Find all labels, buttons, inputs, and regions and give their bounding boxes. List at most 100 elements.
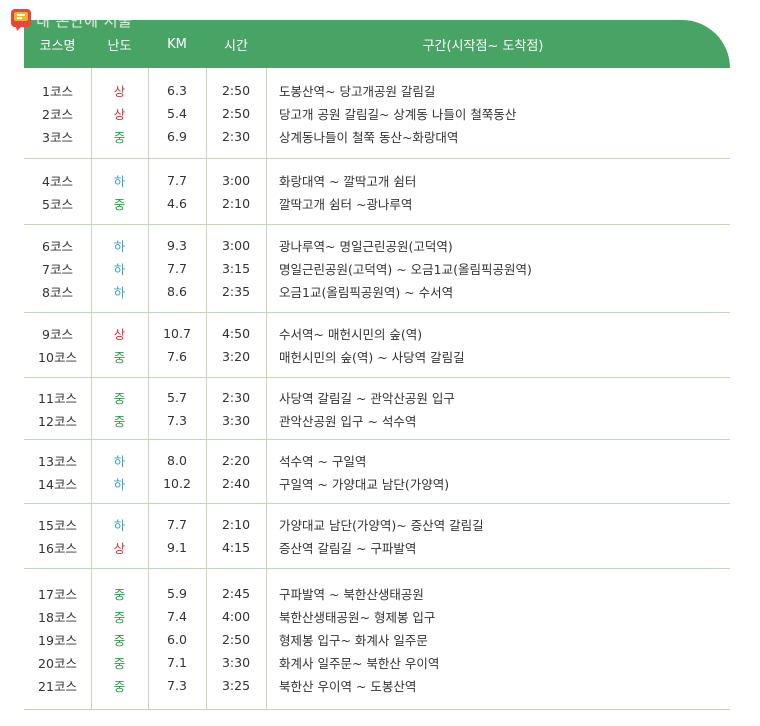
cell-level: 하 bbox=[113, 518, 126, 533]
course-table: 코스명 난도 KM 시간 구간(시작점~ 도착점) 1코스 상 6.3 2:50 도봉산… bbox=[24, 20, 730, 710]
cell-level: 중 bbox=[113, 350, 126, 365]
cell-time: 3:20 bbox=[221, 349, 251, 364]
table-row: 1코스 상 6.3 2:50 도봉산역~ 당고개공원 갈림길 bbox=[24, 79, 730, 102]
cell-km: 8.6 bbox=[167, 284, 187, 299]
cell-level: 중 bbox=[113, 632, 126, 648]
cell-level: 중 bbox=[113, 390, 126, 406]
cell-level: 중 bbox=[113, 129, 126, 145]
table-row: 10코스 중 7.6 3:20 매헌시민의 숲(역) ~ 사당역 갈림길 bbox=[24, 345, 730, 368]
table-row: 3코스 중 6.9 2:30 상계동나들이 철쭉 동산~화랑대역 bbox=[24, 125, 730, 148]
course-group: 15코스 하 7.7 2:10 가양대교 남단(가양역)~ 증산역 갈림길 16코스 상 9.… bbox=[24, 504, 730, 569]
table-row: 5코스 중 4.6 2:10 깔딱고개 쉼터 ~광나루역 bbox=[24, 192, 730, 215]
cell-time: 4:00 bbox=[221, 608, 251, 624]
table-row: 4코스 하 7.7 3:00 화랑대역 ~ 깔딱고개 쉼터 bbox=[24, 169, 730, 192]
cell-section: 가양대교 남단(가양역)~ 증산역 갈림길 bbox=[279, 518, 484, 533]
cell-time: 4:15 bbox=[221, 540, 251, 555]
cell-section: 화계사 일주문~ 북한산 우이역 bbox=[279, 655, 440, 671]
cell-course: 10코스 bbox=[38, 350, 77, 365]
cell-section: 화랑대역 ~ 깔딱고개 쉼터 bbox=[279, 173, 417, 189]
cell-level: 상 bbox=[113, 541, 126, 556]
table-row: 13코스 하 8.0 2:20 석수역 ~ 구일역 bbox=[24, 449, 730, 472]
cell-section: 북한산생태공원~ 형제봉 입구 bbox=[279, 609, 436, 625]
table-row: 20코스 중 7.1 3:30 화계사 일주문~ 북한산 우이역 bbox=[24, 651, 730, 674]
table-row: 14코스 하 10.2 2:40 구일역 ~ 가양대교 남단(가양역) bbox=[24, 472, 730, 495]
cell-km: 8.0 bbox=[167, 452, 187, 468]
cell-level: 상 bbox=[113, 327, 126, 342]
course-group: 13코스 하 8.0 2:20 석수역 ~ 구일역 14코스 하 10.2 2:40 구일역 ~ … bbox=[24, 440, 730, 504]
cell-course: 4코스 bbox=[42, 173, 73, 189]
table-row: 16코스 상 9.1 4:15 증산역 갈림길 ~ 구파발역 bbox=[24, 536, 730, 559]
cell-km: 7.4 bbox=[167, 608, 187, 624]
cell-section: 깔딱고개 쉼터 ~광나루역 bbox=[279, 196, 413, 212]
cell-km: 5.4 bbox=[167, 105, 187, 121]
table-row: 6코스 하 9.3 3:00 광나루역~ 명일근린공원(고덕역) bbox=[24, 234, 730, 257]
cell-level: 하 bbox=[113, 285, 126, 300]
header-section: 구간(시작점~ 도착점) bbox=[422, 38, 544, 54]
cell-level: 중 bbox=[113, 609, 126, 625]
cell-course: 21코스 bbox=[38, 678, 77, 694]
cell-section: 관악산공원 입구 ~ 석수역 bbox=[279, 413, 417, 429]
course-group: 4코스 하 7.7 3:00 화랑대역 ~ 깔딱고개 쉼터 5코스 중 4.6 2:10 깔딱고개… bbox=[24, 159, 730, 225]
table-row: 19코스 중 6.0 2:50 형제봉 입구~ 화계사 일주문 bbox=[24, 628, 730, 651]
course-group: 11코스 중 5.7 2:30 사당역 갈림길 ~ 관악산공원 입구 12코스 중 7.3 3:… bbox=[24, 378, 730, 440]
header-km: KM bbox=[167, 36, 187, 52]
cell-km: 6.3 bbox=[167, 82, 187, 98]
cell-level: 중 bbox=[113, 655, 126, 671]
table-row: 8코스 하 8.6 2:35 오금1교(올림픽공원역) ~ 수서역 bbox=[24, 280, 730, 303]
cell-km: 7.7 bbox=[167, 517, 187, 532]
cell-section: 구일역 ~ 가양대교 남단(가양역) bbox=[279, 476, 450, 492]
cell-km: 7.3 bbox=[167, 412, 187, 428]
cell-km: 9.3 bbox=[167, 238, 187, 253]
cell-section: 사당역 갈림길 ~ 관악산공원 입구 bbox=[279, 390, 455, 406]
cell-course: 5코스 bbox=[42, 196, 73, 212]
cell-km: 9.1 bbox=[167, 540, 187, 555]
cell-km: 4.6 bbox=[167, 195, 187, 211]
cell-time: 3:30 bbox=[221, 654, 251, 670]
cell-section: 석수역 ~ 구일역 bbox=[279, 453, 367, 469]
cell-course: 1코스 bbox=[42, 83, 73, 99]
table-row: 12코스 중 7.3 3:30 관악산공원 입구 ~ 석수역 bbox=[24, 409, 730, 432]
cell-level: 중 bbox=[113, 413, 126, 429]
cell-km: 7.7 bbox=[167, 261, 187, 276]
cell-course: 20코스 bbox=[38, 655, 77, 671]
cell-km: 10.2 bbox=[163, 475, 191, 491]
cell-section: 형제봉 입구~ 화계사 일주문 bbox=[279, 632, 428, 648]
cell-time: 3:00 bbox=[221, 172, 251, 188]
course-group: 1코스 상 6.3 2:50 도봉산역~ 당고개공원 갈림길 2코스 상 5.4 2:50 당고개… bbox=[24, 68, 730, 159]
cell-km: 5.9 bbox=[167, 585, 187, 601]
cell-time: 4:50 bbox=[221, 326, 251, 341]
cell-level: 하 bbox=[113, 476, 126, 492]
cell-km: 6.0 bbox=[167, 631, 187, 647]
cell-course: 3코스 bbox=[42, 129, 73, 145]
cell-section: 오금1교(올림픽공원역) ~ 수서역 bbox=[279, 285, 454, 300]
cell-course: 7코스 bbox=[42, 262, 73, 277]
seoul-news-logo-icon bbox=[10, 8, 32, 32]
table-body: 1코스 상 6.3 2:50 도봉산역~ 당고개공원 갈림길 2코스 상 5.4 2:50 당고개… bbox=[24, 68, 730, 710]
cell-time: 2:40 bbox=[221, 475, 251, 491]
cell-section: 북한산 우이역 ~ 도봉산역 bbox=[279, 678, 417, 694]
table-row: 21코스 중 7.3 3:25 북한산 우이역 ~ 도봉산역 bbox=[24, 674, 730, 697]
table-row: 17코스 중 5.9 2:45 구파발역 ~ 북한산생태공원 bbox=[24, 582, 730, 605]
cell-course: 6코스 bbox=[42, 239, 73, 254]
cell-km: 10.7 bbox=[163, 326, 191, 341]
table-row: 9코스 상 10.7 4:50 수서역~ 매헌시민의 숲(역) bbox=[24, 322, 730, 345]
cell-section: 증산역 갈림길 ~ 구파발역 bbox=[279, 541, 417, 556]
cell-time: 2:30 bbox=[221, 128, 251, 144]
cell-course: 9코스 bbox=[42, 327, 73, 342]
cell-course: 16코스 bbox=[38, 541, 77, 556]
cell-level: 중 bbox=[113, 586, 126, 602]
course-group: 6코스 하 9.3 3:00 광나루역~ 명일근린공원(고덕역) 7코스 하 7.7 3:15 명… bbox=[24, 225, 730, 313]
course-group: 9코스 상 10.7 4:50 수서역~ 매헌시민의 숲(역) 10코스 중 7.6 3:20 매… bbox=[24, 313, 730, 378]
cell-section: 상계동나들이 철쭉 동산~화랑대역 bbox=[279, 129, 459, 145]
cell-course: 15코스 bbox=[38, 518, 77, 533]
cell-level: 하 bbox=[113, 173, 126, 189]
cell-km: 7.7 bbox=[167, 172, 187, 188]
cell-km: 5.7 bbox=[167, 389, 187, 405]
cell-level: 하 bbox=[113, 453, 126, 469]
cell-time: 2:20 bbox=[221, 452, 251, 468]
cell-course: 19코스 bbox=[38, 632, 77, 648]
cell-level: 상 bbox=[113, 106, 126, 122]
cell-course: 11코스 bbox=[38, 390, 77, 406]
logo-text: 내 손안에 서울 bbox=[36, 11, 133, 30]
cell-course: 17코스 bbox=[38, 586, 77, 602]
